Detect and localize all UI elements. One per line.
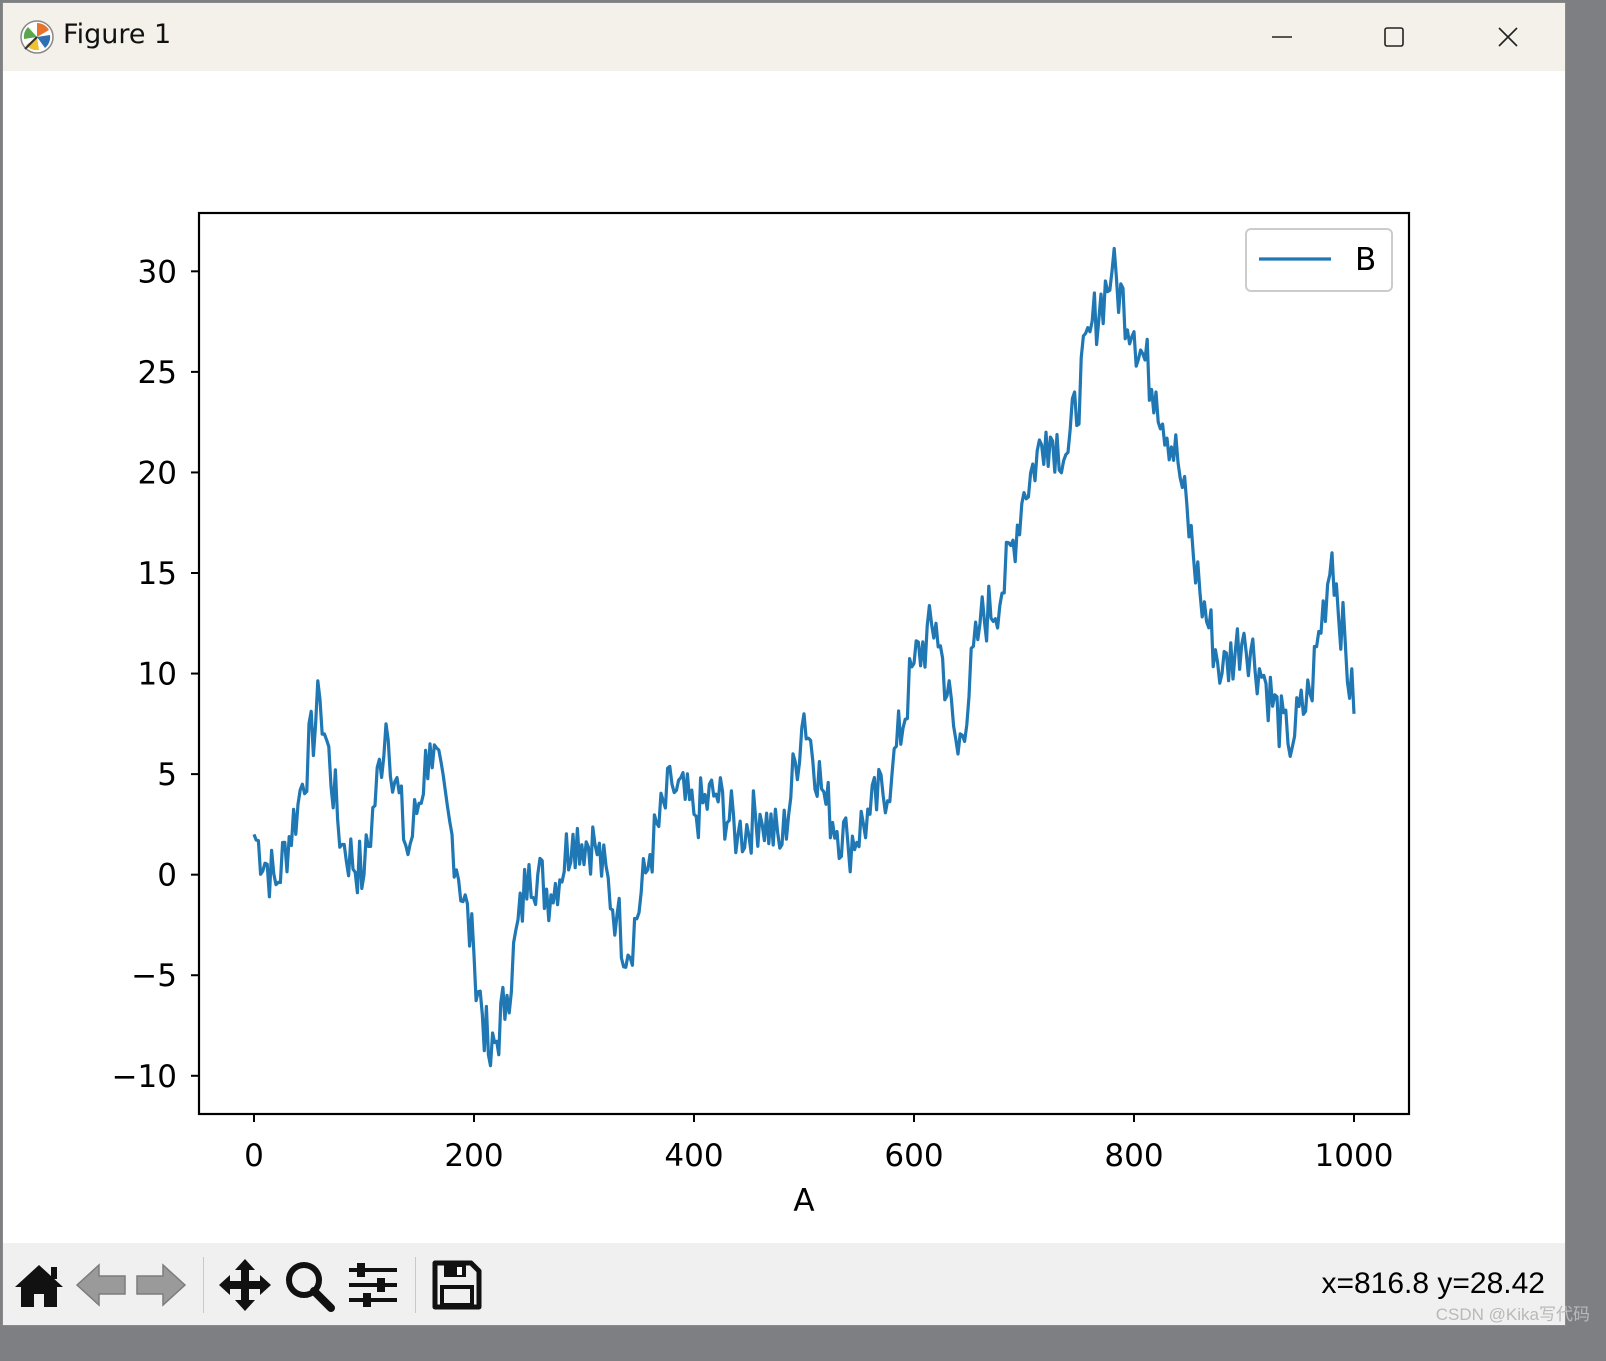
close-button[interactable] [1485,17,1531,57]
title-bar[interactable]: Figure 1 [3,3,1565,71]
cursor-coordinates: x=816.8 y=28.42 [1321,1267,1545,1300]
legend: B [1245,228,1393,292]
x-tick-label: 1000 [1315,1138,1394,1174]
figure-window: Figure 1 0 200 400 600 800 1000 −10 −5 0 5 10 15 20 2… [2,2,1566,1326]
y-tick-label: 20 [138,455,177,491]
watermark: CSDN @Kika写代码 [1435,1305,1590,1324]
pan-button[interactable] [215,1257,275,1313]
close-icon [1498,27,1518,47]
x-tick-label: 0 [244,1138,264,1174]
x-tick-label: 400 [664,1138,723,1174]
legend-entry-b: B [1355,242,1376,278]
y-tick-label: 0 [157,858,177,894]
floppy-disk-icon [432,1260,482,1310]
forward-button[interactable] [131,1257,191,1313]
arrow-left-icon [75,1263,126,1307]
x-tick-label: 200 [444,1138,503,1174]
y-tick-label: 5 [157,757,177,793]
maximize-icon [1384,27,1404,47]
y-tick-label: −10 [112,1059,177,1095]
y-tick-label: 30 [138,254,177,290]
maximize-button[interactable] [1371,17,1417,57]
x-tick-label: 800 [1104,1138,1163,1174]
x-tick-label: 600 [884,1138,943,1174]
home-icon [15,1265,63,1307]
minimize-icon [1272,36,1292,38]
toolbar-separator [415,1257,416,1313]
y-tick-label: 25 [138,355,177,391]
series-line-b [252,246,1356,1068]
magnifier-icon [286,1262,335,1312]
y-tick-label: 15 [138,556,177,592]
y-tick-label: −5 [131,958,177,994]
sliders-icon [349,1263,397,1307]
matplotlib-logo-icon [20,20,54,54]
save-button[interactable] [427,1257,487,1313]
minimize-button[interactable] [1259,17,1305,57]
line-chart: 0 200 400 600 800 1000 −10 −5 0 5 10 15 20 25 30 A B [112,211,1411,1219]
configure-subplots-button[interactable] [343,1257,403,1313]
window-title: Figure 1 [63,19,172,50]
move-icon [219,1259,271,1311]
zoom-button[interactable] [279,1257,339,1313]
figure-canvas[interactable]: 0 200 400 600 800 1000 −10 −5 0 5 10 15 20 25 30 A B [3,71,1565,1243]
toolbar-separator [203,1257,204,1313]
y-tick-label: 10 [138,657,177,693]
arrow-right-icon [136,1263,187,1307]
back-button[interactable] [71,1257,131,1313]
x-axis-label: A [793,1183,814,1219]
home-button[interactable] [9,1257,69,1313]
navigation-toolbar: x=816.8 y=28.42 [3,1243,1565,1325]
